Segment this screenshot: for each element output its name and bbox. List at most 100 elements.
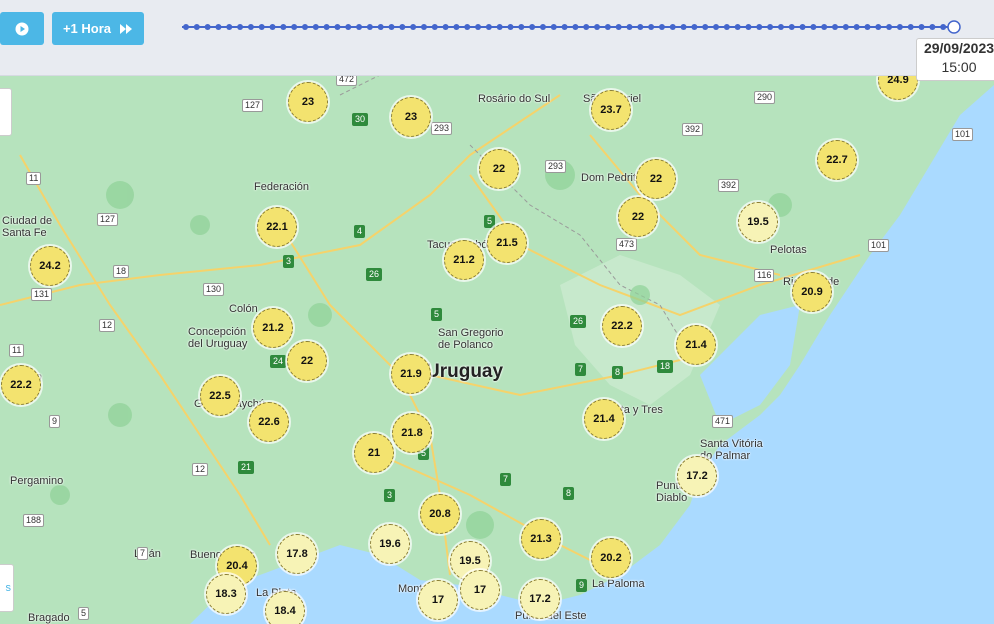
- time-step-dot[interactable]: [561, 24, 568, 30]
- temperature-marker[interactable]: 23.7: [591, 90, 631, 130]
- time-step-dot[interactable]: [323, 24, 330, 30]
- time-step-dot[interactable]: [702, 24, 709, 30]
- time-step-dot[interactable]: [691, 24, 698, 30]
- temperature-marker[interactable]: 23: [288, 82, 328, 122]
- map-layer-control[interactable]: s: [0, 564, 14, 612]
- temperature-marker[interactable]: 22.2: [602, 306, 642, 346]
- temperature-marker[interactable]: 23: [391, 97, 431, 137]
- time-step-dot[interactable]: [788, 24, 795, 30]
- temperature-marker[interactable]: 17.8: [277, 534, 317, 574]
- temperature-marker[interactable]: 22.5: [200, 376, 240, 416]
- time-step-dot[interactable]: [258, 24, 265, 30]
- temperature-marker[interactable]: 18.4: [265, 591, 305, 624]
- time-step-dot[interactable]: [875, 24, 882, 30]
- time-step-dot[interactable]: [226, 24, 233, 30]
- temperature-marker[interactable]: 19.6: [370, 524, 410, 564]
- time-step-dot[interactable]: [615, 24, 622, 30]
- temperature-marker[interactable]: 20.9: [792, 272, 832, 312]
- time-step-dot[interactable]: [918, 24, 925, 30]
- temperature-marker[interactable]: 21: [354, 433, 394, 473]
- temperature-marker[interactable]: 22.7: [817, 140, 857, 180]
- temperature-marker[interactable]: 21.4: [676, 325, 716, 365]
- temperature-marker[interactable]: 21.9: [391, 354, 431, 394]
- time-step-dot[interactable]: [301, 24, 308, 30]
- time-step-dot[interactable]: [464, 24, 471, 30]
- time-step-dot[interactable]: [723, 24, 730, 30]
- temperature-marker[interactable]: 21.5: [487, 223, 527, 263]
- time-step-dot[interactable]: [734, 24, 741, 30]
- time-step-dot[interactable]: [886, 24, 893, 30]
- time-step-dot[interactable]: [680, 24, 687, 30]
- map-zoom-control[interactable]: [0, 88, 12, 136]
- time-step-dot[interactable]: [658, 24, 665, 30]
- time-step-dot[interactable]: [929, 24, 936, 30]
- temperature-marker[interactable]: 21.3: [521, 519, 561, 559]
- time-step-dot[interactable]: [756, 24, 763, 30]
- temperature-marker[interactable]: 17: [418, 580, 458, 620]
- time-step-dot[interactable]: [539, 24, 546, 30]
- time-step-dot[interactable]: [529, 24, 536, 30]
- temperature-marker[interactable]: 22: [287, 341, 327, 381]
- time-step-dot[interactable]: [810, 24, 817, 30]
- time-step-dot[interactable]: [669, 24, 676, 30]
- time-step-dot[interactable]: [442, 24, 449, 30]
- time-step-dot[interactable]: [204, 24, 211, 30]
- temperature-marker[interactable]: 21.2: [444, 240, 484, 280]
- time-step-dot[interactable]: [496, 24, 503, 30]
- time-step-dot[interactable]: [388, 24, 395, 30]
- time-step-dot[interactable]: [410, 24, 417, 30]
- time-step-dot[interactable]: [377, 24, 384, 30]
- time-step-dot[interactable]: [280, 24, 287, 30]
- time-step-dot[interactable]: [777, 24, 784, 30]
- time-step-dot[interactable]: [193, 24, 200, 30]
- time-step-dot[interactable]: [648, 24, 655, 30]
- time-step-dot[interactable]: [940, 24, 947, 30]
- time-step-dot[interactable]: [334, 24, 341, 30]
- temperature-marker[interactable]: 20.8: [420, 494, 460, 534]
- temperature-marker[interactable]: 22.2: [1, 365, 41, 405]
- map-canvas[interactable]: Uruguay Rosário do SulSão GabrielFederac…: [0, 75, 994, 624]
- time-step-dot[interactable]: [713, 24, 720, 30]
- time-step-dot[interactable]: [745, 24, 752, 30]
- temperature-marker[interactable]: 21.4: [584, 399, 624, 439]
- temperature-marker[interactable]: 21.8: [392, 413, 432, 453]
- temperature-marker[interactable]: 17.2: [520, 579, 560, 619]
- time-step-dot[interactable]: [767, 24, 774, 30]
- time-step-dot[interactable]: [366, 24, 373, 30]
- time-step-dot[interactable]: [583, 24, 590, 30]
- temperature-marker[interactable]: 18.3: [206, 574, 246, 614]
- temperature-marker[interactable]: 22.6: [249, 402, 289, 442]
- play-button[interactable]: [0, 12, 44, 45]
- time-step-dot[interactable]: [518, 24, 525, 30]
- time-step-dot[interactable]: [399, 24, 406, 30]
- time-step-dot[interactable]: [799, 24, 806, 30]
- time-step-dot[interactable]: [821, 24, 828, 30]
- time-step-dot[interactable]: [183, 24, 189, 30]
- time-step-dot[interactable]: [215, 24, 222, 30]
- time-step-dot[interactable]: [594, 24, 601, 30]
- time-step-dot[interactable]: [431, 24, 438, 30]
- temperature-marker[interactable]: 22: [636, 159, 676, 199]
- time-step-dot[interactable]: [604, 24, 611, 30]
- time-step-dot[interactable]: [507, 24, 514, 30]
- time-step-dot[interactable]: [485, 24, 492, 30]
- temperature-marker[interactable]: 22.1: [257, 207, 297, 247]
- time-step-dot[interactable]: [356, 24, 363, 30]
- time-step-dot[interactable]: [291, 24, 298, 30]
- time-slider-handle[interactable]: [947, 20, 961, 34]
- time-step-dot[interactable]: [832, 24, 839, 30]
- time-step-dot[interactable]: [842, 24, 849, 30]
- time-step-dot[interactable]: [247, 24, 254, 30]
- time-step-dot[interactable]: [907, 24, 914, 30]
- time-step-dot[interactable]: [269, 24, 276, 30]
- temperature-marker[interactable]: 22: [479, 149, 519, 189]
- time-step-dot[interactable]: [864, 24, 871, 30]
- time-step-dot[interactable]: [550, 24, 557, 30]
- time-step-dot[interactable]: [345, 24, 352, 30]
- next-hour-button[interactable]: +1 Hora: [52, 12, 144, 45]
- time-step-dot[interactable]: [626, 24, 633, 30]
- temperature-marker[interactable]: 17.2: [677, 456, 717, 496]
- temperature-marker[interactable]: 22: [618, 197, 658, 237]
- temperature-marker[interactable]: 20.2: [591, 538, 631, 578]
- time-step-dot[interactable]: [896, 24, 903, 30]
